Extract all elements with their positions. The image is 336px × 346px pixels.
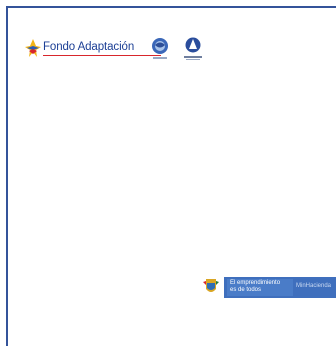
logo-text: Fondo Adaptación [43, 41, 135, 53]
institutional-seal-icon [152, 38, 168, 59]
banner-ministry: MinHacienda [296, 283, 332, 289]
logo-underline [43, 55, 161, 56]
colombia-coat-of-arms-icon [203, 279, 219, 292]
banner-slogan: El emprendimiento es de todos [227, 279, 293, 296]
banner-line2: es de todos [230, 287, 262, 293]
fondo-adaptacion-logo-icon [25, 39, 41, 57]
institutional-emblem-icon [184, 37, 202, 60]
government-banner: El emprendimiento es de todos MinHaciend… [224, 277, 336, 298]
banner-line1: El emprendimiento [230, 280, 281, 286]
